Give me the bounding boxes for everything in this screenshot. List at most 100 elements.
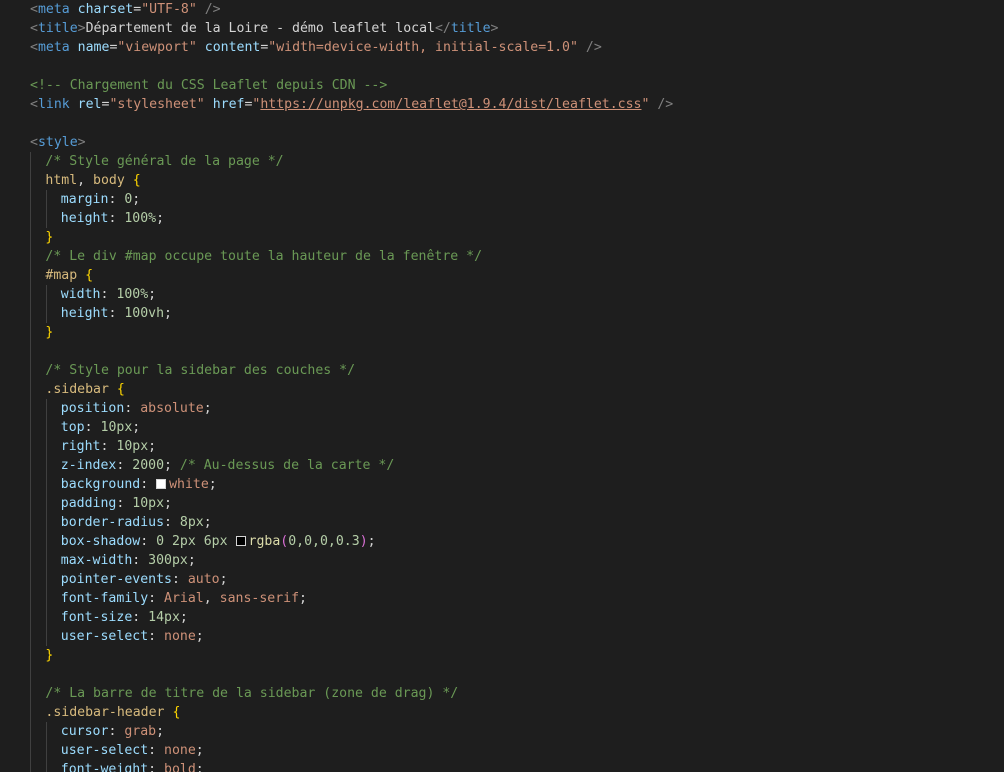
code-token: background — [60, 477, 141, 492]
code-line[interactable]: /* La barre de titre de la sidebar (zone… — [0, 684, 1004, 703]
code-line[interactable]: /* Style général de la page */ — [0, 152, 1004, 171]
code-text: top: 10px; — [61, 418, 140, 437]
color-swatch-icon[interactable] — [235, 536, 246, 546]
code-token: /* Au-dessus de la carte */ — [179, 458, 395, 473]
code-token: ; — [132, 420, 141, 435]
code-line[interactable]: padding: 10px; — [0, 494, 1004, 513]
code-text: /* Style pour la sidebar des couches */ — [45, 361, 355, 380]
code-editor[interactable]: <meta charset="UTF-8" /> <title>Départeme… — [0, 0, 1004, 772]
code-token: pointer-events — [60, 572, 172, 587]
code-token: padding — [60, 496, 117, 511]
code-text: cursor: grab; — [61, 722, 164, 741]
code-text: padding: 10px; — [61, 494, 172, 513]
indent-guide — [30, 513, 32, 532]
code-line[interactable]: border-radius: 8px; — [0, 513, 1004, 532]
code-line[interactable]: .sidebar { — [0, 380, 1004, 399]
code-line[interactable]: font-weight: bold; — [0, 760, 1004, 772]
code-token: /> — [577, 40, 602, 55]
code-token: ; — [299, 591, 307, 606]
code-token: : — [84, 420, 101, 435]
indent-guide — [30, 475, 32, 494]
code-line[interactable] — [0, 114, 1004, 133]
code-token: : — [140, 477, 157, 492]
code-token: : — [148, 629, 165, 644]
indent-guide — [30, 190, 32, 209]
code-line[interactable]: max-width: 300px; — [0, 551, 1004, 570]
code-line[interactable] — [0, 342, 1004, 361]
code-text: background: white; — [61, 475, 217, 494]
code-line[interactable]: #map { — [0, 266, 1004, 285]
code-text: } — [45, 646, 53, 665]
code-token: { — [85, 268, 94, 283]
code-line[interactable]: font-family: Arial, sans-serif; — [0, 589, 1004, 608]
code-line[interactable]: <link rel="stylesheet" href="https://unp… — [0, 95, 1004, 114]
indent-guide — [30, 494, 32, 513]
code-text: border-radius: 8px; — [61, 513, 212, 532]
code-line[interactable]: width: 100%; — [0, 285, 1004, 304]
code-line[interactable]: user-select: none; — [0, 627, 1004, 646]
code-text: position: absolute; — [61, 399, 212, 418]
code-token: link — [37, 97, 70, 112]
code-token: ; — [187, 553, 196, 568]
code-token: : — [116, 496, 133, 511]
code-token: } — [45, 230, 54, 245]
code-link[interactable]: https://unpkg.com/leaflet@1.9.4/dist/lea… — [260, 97, 641, 112]
indent-guide — [30, 304, 32, 323]
indent-guide — [30, 608, 32, 627]
code-line[interactable]: position: absolute; — [0, 399, 1004, 418]
code-line[interactable]: /* Le div #map occupe toute la hauteur d… — [0, 247, 1004, 266]
code-line[interactable]: } — [0, 323, 1004, 342]
code-line[interactable]: font-size: 14px; — [0, 608, 1004, 627]
indent-guide — [30, 646, 32, 665]
code-token: : — [108, 211, 125, 226]
code-line[interactable]: box-shadow: 0 2px 6px rgba(0,0,0,0.3); — [0, 532, 1004, 551]
indent-guide — [45, 741, 47, 760]
code-token: meta — [37, 40, 70, 55]
code-line[interactable]: cursor: grab; — [0, 722, 1004, 741]
code-line[interactable]: /* Style pour la sidebar des couches */ — [0, 361, 1004, 380]
indent-guide — [30, 228, 32, 247]
code-line[interactable]: html, body { — [0, 171, 1004, 190]
code-line[interactable]: pointer-events: auto; — [0, 570, 1004, 589]
code-token: ; — [179, 610, 188, 625]
code-line[interactable]: top: 10px; — [0, 418, 1004, 437]
code-token: ; — [148, 287, 157, 302]
code-text: <style> — [30, 133, 86, 152]
code-line[interactable]: z-index: 2000; /* Au-dessus de la carte … — [0, 456, 1004, 475]
code-line[interactable]: <!-- Chargement du CSS Leaflet depuis CD… — [0, 76, 1004, 95]
indent-guide — [30, 760, 32, 772]
indent-guide — [30, 380, 32, 399]
code-line[interactable]: } — [0, 228, 1004, 247]
code-line[interactable] — [0, 57, 1004, 76]
code-line[interactable]: <style> — [0, 133, 1004, 152]
indent-guide — [30, 684, 32, 703]
code-line[interactable]: } — [0, 646, 1004, 665]
code-token: 100vh — [124, 306, 165, 321]
code-line[interactable]: margin: 0; — [0, 190, 1004, 209]
code-token: title — [37, 21, 78, 36]
code-line[interactable]: <title>Département de la Loire - démo le… — [0, 19, 1004, 38]
code-text: user-select: none; — [61, 627, 204, 646]
code-token: Département de la Loire - démo leaflet l… — [85, 21, 435, 36]
code-line[interactable]: <meta name="viewport" content="width=dev… — [0, 38, 1004, 57]
color-swatch-icon[interactable] — [156, 479, 167, 489]
code-line[interactable] — [0, 665, 1004, 684]
code-token: } — [45, 325, 54, 340]
indent-guide — [45, 475, 47, 494]
code-token: : — [148, 743, 165, 758]
code-token: "viewport" — [117, 40, 197, 55]
code-token: /* Style pour la sidebar des couches */ — [45, 363, 356, 378]
code-line[interactable]: <meta charset="UTF-8" /> — [0, 0, 1004, 19]
code-line[interactable]: .sidebar-header { — [0, 703, 1004, 722]
code-line[interactable]: height: 100%; — [0, 209, 1004, 228]
code-line[interactable]: right: 10px; — [0, 437, 1004, 456]
code-line[interactable]: background: white; — [0, 475, 1004, 494]
code-line[interactable]: height: 100vh; — [0, 304, 1004, 323]
code-token: ; — [132, 192, 141, 207]
code-token: < — [30, 21, 38, 36]
code-token: "UTF-8" — [141, 2, 197, 17]
code-line[interactable]: user-select: none; — [0, 741, 1004, 760]
code-token: "width=device-width, initial-scale=1.0" — [268, 40, 578, 55]
